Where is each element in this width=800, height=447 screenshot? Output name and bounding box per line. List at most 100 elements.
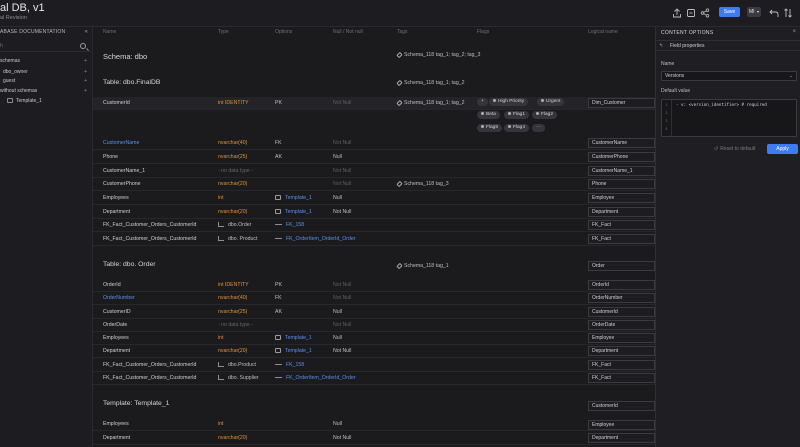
sidebar-item-label: dbo_owner (3, 69, 28, 75)
logical-name-input[interactable]: FK_Fact (588, 234, 655, 244)
template-link[interactable]: Template_1 (275, 332, 312, 345)
search-icon[interactable] (80, 43, 86, 49)
table-title: Table: dbo. Order (103, 261, 156, 268)
sidebar-item-template-1[interactable]: Template_1 (0, 97, 93, 106)
table-row[interactable]: Department nvarchar(20) Template_1 Not N… (93, 345, 655, 358)
table-row[interactable]: Employees int Template_1 Null (93, 192, 655, 205)
column-name[interactable]: OrderNumber (103, 292, 135, 305)
table-row[interactable]: OrderId int IDENTITY PK Not Null (93, 279, 655, 292)
logical-name-input[interactable]: OrderDate (588, 320, 655, 330)
sidebar-item-guest[interactable]: guest + (0, 77, 93, 86)
name-select[interactable]: Versions ⌄ (661, 71, 797, 81)
fk-link-text: FK_158 (286, 222, 305, 228)
field-properties-section[interactable]: ↰ Field properties (656, 40, 800, 51)
logical-name-input[interactable]: Department (588, 207, 655, 217)
add-icon[interactable]: + (84, 77, 87, 86)
logical-name-input[interactable]: FK_Fact (588, 220, 655, 230)
template-link[interactable]: Template_1 (275, 345, 312, 358)
sidebar-item-without-schemas[interactable]: without schemas + (0, 87, 93, 96)
apply-button[interactable]: Apply (767, 144, 798, 154)
flag-label: Flag2 (541, 112, 553, 117)
table-row[interactable]: Phone nvarchar(25) AK Null (93, 151, 655, 164)
logical-name-input[interactable]: Employee (588, 193, 655, 203)
logical-name-input[interactable]: Department (588, 346, 655, 356)
flag-chip[interactable]: Beta (477, 111, 500, 119)
table-row[interactable]: Department nvarchar(20) Template_1 Not N… (93, 206, 655, 219)
logical-name-input[interactable]: OrderId (588, 280, 655, 290)
table-row[interactable]: CustomerName nvarchar(40) FK Not Null (93, 137, 655, 150)
column-null: Not Null (333, 100, 352, 106)
column-type: int (218, 195, 224, 201)
table-row[interactable]: CustomerName_1 - no data type - Not Null (93, 165, 655, 178)
logical-name-input[interactable]: Department (588, 433, 655, 443)
flag-chip[interactable]: Flag4 (504, 124, 529, 132)
column-null: Null (333, 309, 342, 315)
flag-chip[interactable]: High Priority (489, 98, 529, 106)
upload-icon[interactable] (672, 8, 682, 18)
user-avatar-menu[interactable]: MI ▾ (747, 7, 761, 17)
table-row[interactable]: OrderDate - no data type - Not Null (93, 319, 655, 332)
sort-icon[interactable] (783, 8, 793, 18)
column-name: FK_Fact_Customer_Orders_CustomerId (103, 362, 197, 368)
table-row[interactable]: Employees int Template_1 Null (93, 332, 655, 345)
col-header-name: Name (103, 29, 117, 35)
flag-chip[interactable]: Flag2 (532, 111, 557, 119)
logical-name-input[interactable]: Employee (588, 420, 655, 430)
column-null: Not Null (333, 322, 352, 328)
flag-chip[interactable]: Flag1 (504, 111, 529, 119)
fk-link[interactable]: FK_158 (275, 219, 304, 232)
table-row[interactable]: Department nvarchar(20) Not Null (93, 432, 655, 445)
add-icon[interactable]: + (84, 68, 87, 77)
schema-tags[interactable]: Schema_118 tag_1; tag_2; tag_3 (396, 51, 480, 58)
fk-link[interactable]: FK_OrderItem_OrderId_Order (275, 372, 355, 385)
column-type: int IDENTITY (218, 100, 249, 106)
undo-icon[interactable] (769, 8, 779, 18)
table-row[interactable]: FK_Fact_Customer_Orders_CustomerId dbo.P… (93, 359, 655, 372)
add-icon[interactable]: + (84, 57, 87, 66)
sidebar-item-dbo-owner[interactable]: dbo_owner + (0, 68, 93, 77)
template-link[interactable]: Template_1 (275, 192, 312, 205)
table-tags[interactable]: Schema_118 tag_1; tag_2 (396, 79, 464, 86)
table-row[interactable]: FK_Fact_Customer_Orders_CustomerId dbo. … (93, 372, 655, 385)
save-button[interactable]: Save (719, 7, 740, 17)
flag-chip[interactable]: Flag5 (477, 124, 502, 132)
logical-name-input[interactable]: FK_Fact (588, 373, 655, 383)
table-row[interactable]: CustomerID nvarchar(25) AK Null (93, 306, 655, 319)
fk-link[interactable]: FK_OrderItem_OrderId_Order (275, 233, 355, 246)
table-row[interactable]: FK_Fact_Customer_Orders_CustomerId dbo.O… (93, 219, 655, 232)
logical-name-input[interactable]: CustomerId (588, 307, 655, 317)
close-icon[interactable]: × (792, 29, 796, 35)
sidebar-search[interactable]: h (0, 41, 91, 52)
logical-name-input[interactable]: CustomerName_1 (588, 166, 655, 176)
logical-name-input[interactable]: Order (588, 261, 655, 271)
reset-to-default-button[interactable]: ↺ Reset to default (714, 146, 755, 152)
default-value-editor[interactable]: 1 2 3 4 - v: <version_identifier> # requ… (661, 99, 797, 137)
table-tags[interactable]: Schema_118 tag_1 (396, 262, 449, 269)
add-flag-button[interactable]: + (477, 98, 488, 106)
add-icon[interactable]: + (84, 87, 87, 96)
share-icon[interactable] (700, 8, 710, 18)
logical-name-input[interactable]: OrderNumber (588, 293, 655, 303)
sidebar-item-schemas[interactable]: schemas + (0, 57, 93, 66)
logical-name-input[interactable]: CustomerId (588, 401, 655, 411)
fk-link[interactable]: FK_158 (275, 359, 304, 372)
logical-name-input[interactable]: Dim_Customer (588, 98, 655, 108)
logical-name-input[interactable]: CustomerName (588, 138, 655, 148)
logical-name-input[interactable]: FK_Fact (588, 360, 655, 370)
col-header-logical: Logical name (588, 29, 618, 35)
table-row[interactable]: FK_Fact_Customer_Orders_CustomerId dbo. … (93, 233, 655, 246)
collapse-icon[interactable]: « (84, 29, 88, 35)
logical-name-input[interactable]: Phone (588, 179, 655, 189)
column-name[interactable]: CustomerName (103, 137, 139, 150)
logical-name-input[interactable]: CustomerPhone (588, 152, 655, 162)
more-flags-button[interactable]: ··· (532, 124, 545, 132)
key-icon (275, 224, 282, 226)
table-row[interactable]: CustomerPhone nvarchar(20) Not Null Sche… (93, 178, 655, 191)
table-row[interactable]: Employees int Null (93, 418, 655, 431)
flag-chip[interactable]: Urgent (537, 98, 565, 106)
logical-name-input[interactable]: Employee (588, 333, 655, 343)
back-arrow-icon[interactable]: ↰ (659, 41, 663, 51)
export-icon[interactable] (686, 8, 696, 18)
template-link[interactable]: Template_1 (275, 206, 312, 219)
table-row[interactable]: OrderNumber nvarchar(40) FK Not Null (93, 292, 655, 305)
